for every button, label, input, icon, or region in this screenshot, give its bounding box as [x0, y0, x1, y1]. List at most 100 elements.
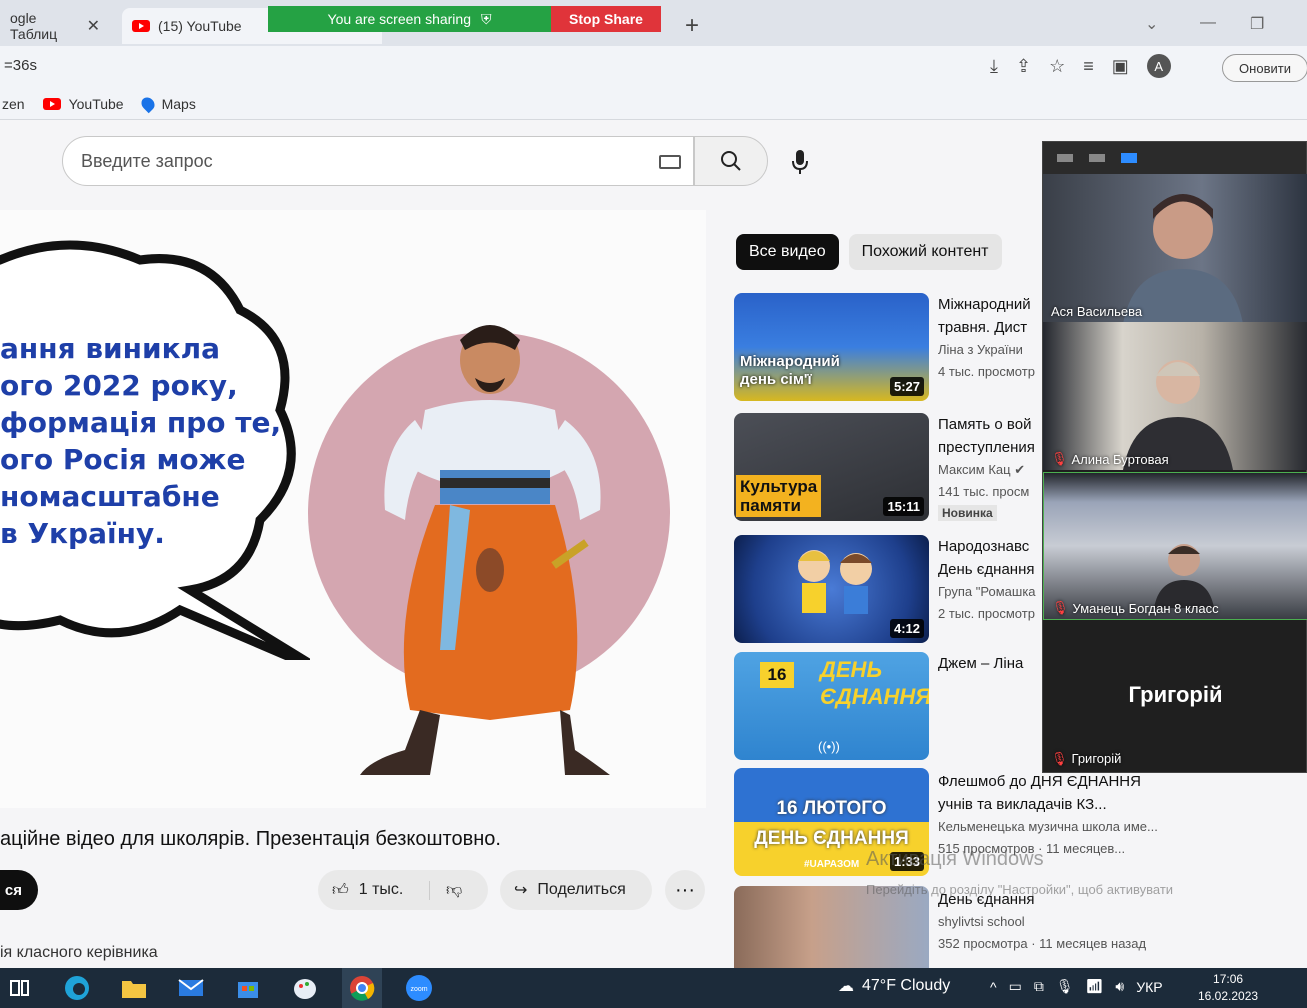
file-explorer-icon[interactable] [114, 968, 154, 1008]
restore-icon[interactable]: ❐ [1250, 14, 1264, 34]
svg-text:zoom: zoom [410, 986, 427, 993]
share-label: Поделиться [537, 881, 626, 898]
mail-icon[interactable] [171, 968, 211, 1008]
bookmark-youtube[interactable]: YouTube [42, 96, 124, 112]
share-page-icon[interactable]: ⇪ [1016, 56, 1031, 77]
chevron-down-icon[interactable]: ⌄ [1145, 14, 1158, 34]
search-input[interactable]: Введите запрос [62, 136, 694, 186]
notification-icon[interactable]: ▭ [1009, 978, 1022, 995]
screen-sharing-banner: You are screen sharing ⛨ [268, 6, 551, 32]
like-button[interactable]: 👍︎ 1 тыс. [318, 880, 430, 900]
video-title: аційне відео для школярів. Презентація б… [0, 828, 501, 850]
zoom-app-icon[interactable]: zoom [399, 968, 439, 1008]
recommendation-thumbnail[interactable]: 4:12 [734, 535, 929, 643]
store-icon[interactable] [228, 968, 268, 1008]
chip-all-videos[interactable]: Все видео [736, 234, 839, 270]
new-badge: Новинка [938, 505, 997, 521]
browser-tabbar: ogle Таблиц ✕ (15) YouTube You are scree… [0, 0, 1307, 46]
wifi-icon[interactable]: 📶︎ [1086, 978, 1104, 995]
bookmark-label: Maps [161, 95, 196, 112]
recommendation-thumbnail[interactable] [734, 886, 929, 968]
recommendation-info[interactable]: Флешмоб до ДНЯ ЄДНАННЯ учнів та викладач… [938, 770, 1198, 860]
live-icon: ((•)) [818, 739, 840, 754]
recommendation-thumbnail[interactable]: Міжнародний день сім'ї 5:27 [734, 293, 929, 401]
video-duration: 4:12 [889, 619, 924, 638]
meet-icon[interactable]: ⧉ [1034, 978, 1044, 995]
microphone-icon[interactable]: 🎙︎ [1056, 978, 1074, 995]
language-indicator[interactable]: УКР [1136, 979, 1162, 995]
dislike-button[interactable]: 👎︎ [430, 881, 462, 900]
verified-icon: ✔ [1014, 462, 1026, 477]
task-view-icon[interactable] [0, 968, 40, 1008]
thumbs-up-icon: 👍︎ [332, 881, 349, 899]
profile-avatar[interactable]: A [1146, 54, 1171, 78]
children-illustration [798, 550, 872, 614]
thumbs-down-icon: 👎︎ [446, 881, 463, 899]
participant-tile[interactable]: Ася Васильева [1043, 174, 1307, 322]
bookmark-label: zen [2, 95, 25, 112]
video-player[interactable]: ання виникла ого 2022 року, формація про… [0, 210, 706, 808]
share-button[interactable]: ↪ Поделиться [500, 870, 652, 910]
video-overlay-text: ання виникла ого 2022 року, формація про… [0, 332, 282, 550]
stop-share-button[interactable]: Stop Share [551, 6, 661, 32]
paint-icon[interactable] [285, 968, 325, 1008]
recommendation-info[interactable]: День єднання shylivtsi school 352 просмо… [938, 888, 1198, 955]
description-text: ія класного керівника [0, 944, 158, 961]
install-icon[interactable]: ⤓ [990, 56, 998, 77]
bookmark-zen[interactable]: zen [2, 96, 25, 112]
keyboard-icon[interactable] [659, 155, 681, 169]
cossack-illustration [360, 325, 610, 775]
media-icon[interactable]: ≡ [1083, 56, 1094, 77]
new-tab-button[interactable]: + [685, 12, 699, 40]
zoom-panel-header [1043, 142, 1306, 174]
rec-views: 352 просмотра · 11 месяцев назад [938, 936, 1147, 951]
name-label: Григорій [1071, 751, 1122, 766]
hashtag-text: #UAРАЗОМ [804, 859, 860, 870]
rec-title: учнів та викладачів КЗ... [938, 796, 1107, 813]
clock[interactable]: 17:06 16.02.2023 [1198, 971, 1258, 1005]
volume-icon[interactable]: 🔊︎ [1115, 978, 1124, 995]
close-icon[interactable]: ✕ [87, 16, 100, 36]
weather-widget[interactable]: ☁ 47°F Cloudy [838, 976, 950, 996]
thumbnail-text: 16 ЛЮТОГО ДЕНЬ ЄДНАННЯ [754, 798, 909, 849]
subscribe-button[interactable]: ся [0, 870, 38, 910]
minimize-icon[interactable]: — [1200, 14, 1216, 32]
participant-tile[interactable]: 🎙︎ Уманець Богдан 8 класс [1043, 472, 1307, 620]
chrome-icon[interactable] [342, 968, 382, 1008]
search-placeholder: Введите запрос [81, 150, 213, 171]
search-button[interactable] [694, 136, 768, 186]
name-label: Ася Васильева [1051, 304, 1143, 319]
youtube-icon [42, 97, 61, 110]
participant-name: 🎙︎ Алина Буртовая [1051, 451, 1169, 467]
calendar-date: 16 [760, 662, 794, 688]
bookmark-maps[interactable]: Maps [138, 94, 196, 113]
thumbnail-text: Культура памяти [736, 475, 822, 517]
name-label: Уманець Богдан 8 класс [1072, 600, 1219, 616]
youtube-icon [132, 20, 150, 32]
search-icon [721, 151, 741, 171]
map-pin-icon [138, 94, 157, 113]
clock-time: 17:06 [1213, 972, 1244, 986]
edge-browser-icon[interactable] [57, 968, 97, 1008]
system-tray: ^ ▭ ⧉ 🎙︎ 📶︎ 🔊︎ УКР [990, 978, 1163, 995]
bookmark-star-icon[interactable]: ☆ [1049, 56, 1065, 77]
microphone-icon[interactable] [790, 148, 810, 176]
thumbnail-text: ДЕНЬ ЄДНАННЯ [820, 657, 929, 709]
recommendation-thumbnail[interactable]: Культура памяти 15:11 [734, 413, 929, 521]
participant-tile[interactable]: 🎙︎ Алина Буртовая [1043, 322, 1307, 470]
chip-related[interactable]: Похожий контент [848, 234, 1002, 270]
url-field[interactable]: =36s [4, 57, 37, 74]
shield-icon: ⛨ [480, 10, 492, 27]
gallery-view-icon[interactable] [1121, 153, 1137, 163]
update-button[interactable]: Оновити [1222, 54, 1307, 82]
more-actions-button[interactable]: ··· [665, 870, 705, 910]
minimize-panel-icon[interactable] [1057, 154, 1073, 162]
chevron-up-icon[interactable]: ^ [990, 979, 997, 995]
like-dislike-group: 👍︎ 1 тыс. 👎︎ [318, 870, 488, 910]
recommendation-thumbnail[interactable]: 16 ДЕНЬ ЄДНАННЯ ((•)) [734, 652, 929, 760]
hide-video-icon[interactable] [1089, 154, 1105, 162]
tab-label: ogle Таблиц [10, 10, 58, 42]
sidebar-icon[interactable]: ▣ [1112, 56, 1129, 77]
tab-sheets[interactable]: ogle Таблиц ✕ [0, 8, 110, 44]
rec-channel: shylivtsi school [938, 914, 1025, 929]
